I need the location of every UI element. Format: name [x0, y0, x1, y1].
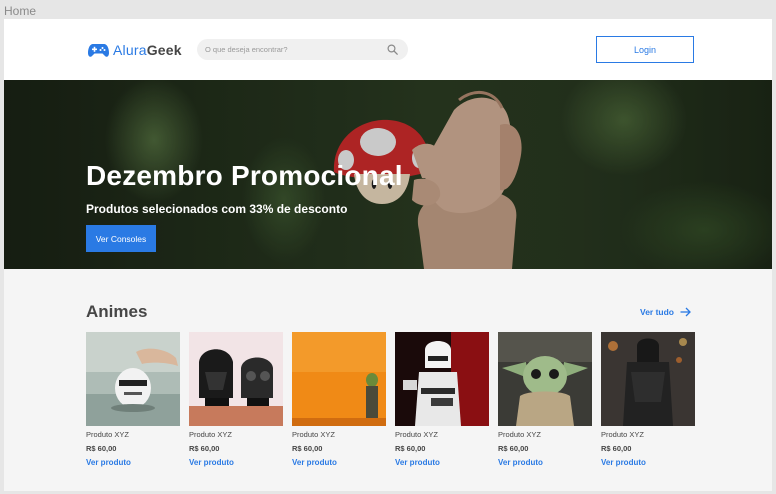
product-name: Produto XYZ	[498, 430, 541, 439]
view-product-link[interactable]: Ver produto	[86, 458, 131, 467]
page-frame: AluraGeek Login	[4, 19, 772, 491]
see-all-label: Ver tudo	[640, 307, 675, 317]
logo[interactable]: AluraGeek	[88, 39, 182, 61]
view-product-link[interactable]: Ver produto	[189, 458, 234, 467]
product-image-lego-helmets[interactable]	[189, 332, 283, 426]
product-price: R$ 60,00	[86, 444, 117, 453]
product-card[interactable]: Produto XYZ R$ 60,00 Ver produto	[601, 332, 695, 472]
product-image-stormtrooper-figure[interactable]	[395, 332, 489, 426]
view-product-link[interactable]: Ver produto	[601, 458, 646, 467]
see-all-link[interactable]: Ver tudo	[640, 307, 691, 317]
search-icon[interactable]	[387, 44, 398, 55]
product-name: Produto XYZ	[395, 430, 438, 439]
logo-text: AluraGeek	[113, 42, 182, 58]
product-price: R$ 60,00	[189, 444, 220, 453]
product-image-stormtrooper-piggy-bank[interactable]	[86, 332, 180, 426]
product-card[interactable]: Produto XYZ R$ 60,00 Ver produto	[86, 332, 180, 472]
product-card[interactable]: Produto XYZ R$ 60,00 Ver produto	[292, 332, 386, 472]
arrow-right-icon	[680, 307, 691, 317]
frame-label: Home	[4, 4, 37, 18]
logo-text-alura: Alura	[113, 42, 147, 58]
product-image-yoda-orange[interactable]	[292, 332, 386, 426]
product-price: R$ 60,00	[292, 444, 323, 453]
product-image-kylo-ren[interactable]	[601, 332, 695, 426]
view-product-link[interactable]: Ver produto	[395, 458, 440, 467]
product-image-baby-yoda[interactable]	[498, 332, 592, 426]
product-card[interactable]: Produto XYZ R$ 60,00 Ver produto	[498, 332, 592, 472]
product-name: Produto XYZ	[292, 430, 335, 439]
product-card[interactable]: Produto XYZ R$ 60,00 Ver produto	[189, 332, 283, 472]
search-bar	[197, 39, 408, 60]
header: AluraGeek Login	[4, 19, 772, 80]
product-name: Produto XYZ	[601, 430, 644, 439]
logo-text-geek: Geek	[146, 42, 182, 58]
see-consoles-button[interactable]: Ver Consoles	[86, 225, 156, 252]
product-card[interactable]: Produto XYZ R$ 60,00 Ver produto	[395, 332, 489, 472]
view-product-link[interactable]: Ver produto	[292, 458, 337, 467]
login-button[interactable]: Login	[596, 36, 694, 63]
search-input[interactable]	[205, 39, 381, 60]
product-price: R$ 60,00	[601, 444, 632, 453]
hero-banner: Dezembro Promocional Produtos selecionad…	[4, 80, 772, 269]
product-name: Produto XYZ	[189, 430, 232, 439]
banner-title: Dezembro Promocional	[86, 160, 403, 191]
product-price: R$ 60,00	[498, 444, 529, 453]
product-name: Produto XYZ	[86, 430, 129, 439]
view-product-link[interactable]: Ver produto	[498, 458, 543, 467]
banner-subtitle: Produtos selecionados com 33% de descont…	[86, 202, 348, 216]
gamepad-icon	[88, 44, 109, 57]
section-title: Animes	[86, 302, 148, 321]
product-list: Produto XYZ R$ 60,00 Ver produto Produto	[86, 332, 696, 472]
product-price: R$ 60,00	[395, 444, 426, 453]
